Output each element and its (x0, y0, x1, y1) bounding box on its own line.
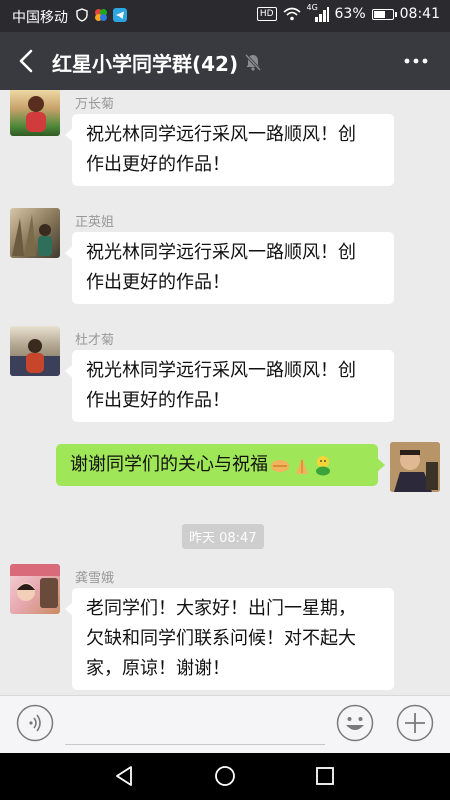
plus-icon[interactable] (396, 704, 434, 742)
carrier-name: 中国移动 (12, 10, 68, 26)
message-bubble[interactable]: 祝光林同学远行采风一路顺风！创 作出更好的作品！ (65, 350, 394, 422)
system-nav-bar (0, 753, 450, 800)
chat-header: 红星小学同学群(42) (0, 32, 450, 90)
hd-indicator: HD (256, 7, 277, 21)
signal-icon: 4G (307, 3, 329, 22)
message-bubble[interactable]: 祝光林同学远行采风一路顺风！创 作出更好的作品！ (65, 114, 394, 186)
battery-percent: 63% (334, 6, 366, 22)
message-text-line: 祝光林同学远行采风一路顺风！创 (86, 124, 356, 145)
message-bubble-own[interactable]: 谢谢同学们的关心与祝福 (56, 444, 385, 486)
avatar-self[interactable] (390, 442, 440, 492)
avatar[interactable] (10, 564, 60, 614)
input-bar (0, 695, 450, 753)
nav-home-icon[interactable] (214, 765, 236, 787)
app-notification-icon (95, 9, 107, 21)
sender-name: 龚雪娥 (75, 571, 115, 586)
wifi-icon (282, 7, 301, 21)
message-text: 谢谢同学们的关心与祝福 (70, 454, 268, 475)
message-text-line: 祝光林同学远行采风一路顺风！创 (86, 360, 356, 381)
message-input[interactable] (65, 744, 325, 745)
message-bubble[interactable]: 祝光林同学远行采风一路顺风！创 作出更好的作品！ (65, 232, 394, 304)
message-text-line: 作出更好的作品！ (86, 154, 230, 175)
nav-recents-icon[interactable] (314, 765, 336, 787)
avatar[interactable] (10, 90, 60, 136)
telegram-notification-icon (113, 8, 127, 22)
sender-name: 正英姐 (75, 215, 115, 230)
message-text-line: 家，原谅！谢谢！ (86, 658, 230, 679)
more-dots-icon[interactable] (404, 54, 428, 68)
timestamp: 昨天 08:47 (182, 524, 264, 549)
avatar[interactable] (10, 208, 60, 258)
sender-name: 杜才菊 (75, 333, 115, 348)
voice-icon[interactable] (16, 704, 54, 742)
message-text-line: 祝光林同学远行采风一路顺风！创 (86, 242, 356, 263)
clock: 08:41 (399, 6, 440, 22)
status-bar: 中国移动 HD 4G 63% 08:41 (0, 0, 450, 32)
emoji-icon[interactable] (336, 704, 374, 742)
message-text-line: 欠缺和同学们联系问候！对不起大 (86, 628, 356, 649)
message-text-line: 作出更好的作品！ (86, 390, 230, 411)
muted-bell-icon (244, 53, 262, 72)
emoji-stickers-icon (271, 456, 330, 476)
back-arrow-icon[interactable] (14, 48, 40, 74)
message-text-line: 老同学们！大家好！出门一星期， (86, 598, 356, 619)
group-title: 红星小学同学群(42) (52, 52, 239, 76)
notification-shield-icon (76, 8, 88, 22)
battery-icon (371, 8, 397, 20)
chat-area[interactable]: 万长菊 祝光林同学远行采风一路顺风！创 作出更好的作品！ 正英姐 祝光林同学远行… (0, 90, 450, 695)
message-text-line: 作出更好的作品！ (86, 272, 230, 293)
message-bubble[interactable]: 老同学们！大家好！出门一星期， 欠缺和同学们联系问候！对不起大 家，原谅！谢谢！ (65, 588, 394, 690)
sender-name: 万长菊 (75, 97, 115, 112)
avatar[interactable] (10, 326, 60, 376)
nav-back-icon[interactable] (113, 765, 135, 787)
